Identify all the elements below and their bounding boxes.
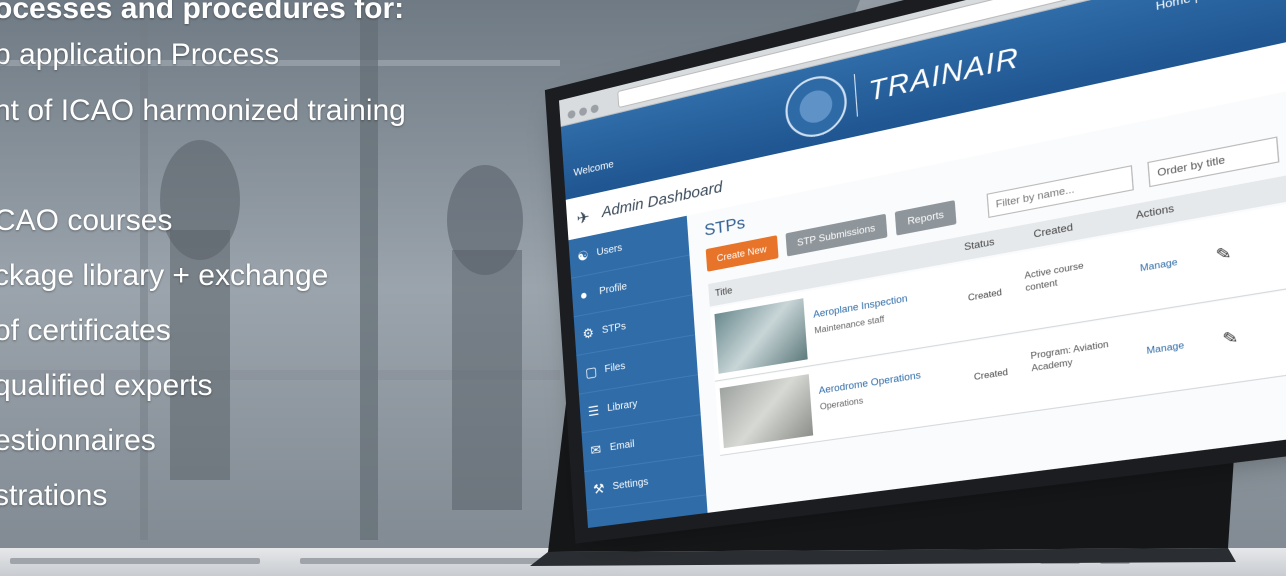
sidebar-item-label: Library (606, 398, 638, 415)
header-divider (853, 73, 859, 117)
tab-reports[interactable]: Reports (895, 200, 957, 236)
sidebar-item-label: Settings (612, 476, 649, 493)
row-action-link[interactable]: Manage (1140, 257, 1178, 274)
settings-icon: ⚒ (592, 480, 606, 498)
laptop-screen: TRAINAIR Home | Logout | Help Welcome ✈ … (558, 0, 1286, 529)
col-actions: Actions (1135, 202, 1175, 222)
header-links[interactable]: Home | Logout | Help (1155, 0, 1281, 14)
col-status[interactable]: Status (964, 236, 995, 253)
bullet-2: nt of ICAO harmonized training (0, 94, 406, 127)
sidebar-item-label: Users (596, 242, 623, 259)
col-created[interactable]: Created (1033, 221, 1073, 239)
slide-text: ocesses and procedures for: p applicatio… (0, 0, 614, 520)
row-status: Created (967, 287, 1003, 304)
tab-stp-submissions[interactable]: STP Submissions (785, 213, 888, 257)
sidebar-item-label: Profile (598, 281, 628, 298)
bullet-5: of certificates (0, 314, 171, 347)
row-title[interactable]: Aerodrome Operations (818, 364, 954, 396)
slide-heading: ocesses and procedures for: (0, 0, 405, 25)
dashboard-icon: ✈ (576, 208, 591, 229)
tab-create-new[interactable]: Create New (705, 235, 779, 272)
row-subtitle: Operations (819, 395, 864, 412)
library-icon: ☰ (587, 402, 600, 420)
stp-icon: ⚙ (582, 324, 595, 342)
row-thumbnail (714, 298, 808, 374)
sidebar: ☯ Users ● Profile ⚙ STPs ▢ Files ☰ Library ✉ E… (568, 215, 708, 529)
icao-emblem-icon (783, 69, 849, 143)
floor (0, 548, 1286, 576)
sidebar-item-label: STPs (601, 320, 627, 337)
col-title[interactable]: Title (715, 285, 733, 299)
bullet-4: ckage library + exchange (0, 259, 329, 292)
users-icon: ☯ (576, 247, 590, 265)
row-thumbnail (719, 374, 814, 449)
bullet-6: qualified experts (0, 369, 213, 402)
bullet-7: estionnaires (0, 424, 156, 457)
edit-pencil-icon[interactable]: ✎ (1215, 243, 1232, 266)
sidebar-item-label: Files (604, 360, 626, 376)
bullet-3: CAO courses (0, 204, 173, 237)
mail-icon: ✉ (590, 441, 602, 459)
row-status: Created (973, 367, 1009, 383)
edit-pencil-icon[interactable]: ✎ (1222, 327, 1239, 349)
section-title: STPs (703, 214, 746, 240)
user-icon: ● (579, 286, 589, 304)
bullet-1: p application Process (0, 38, 280, 71)
folder-icon: ▢ (584, 363, 598, 381)
brand-logo: TRAINAIR (867, 40, 1021, 108)
sidebar-item-label: Email (609, 438, 635, 454)
bullet-8: strations (0, 479, 108, 512)
row-meta: Active course content (1024, 260, 1084, 294)
row-action-link[interactable]: Manage (1146, 340, 1184, 356)
user-label[interactable]: Welcome (573, 159, 614, 179)
row-meta: Program: Aviation Academy (1030, 338, 1110, 374)
